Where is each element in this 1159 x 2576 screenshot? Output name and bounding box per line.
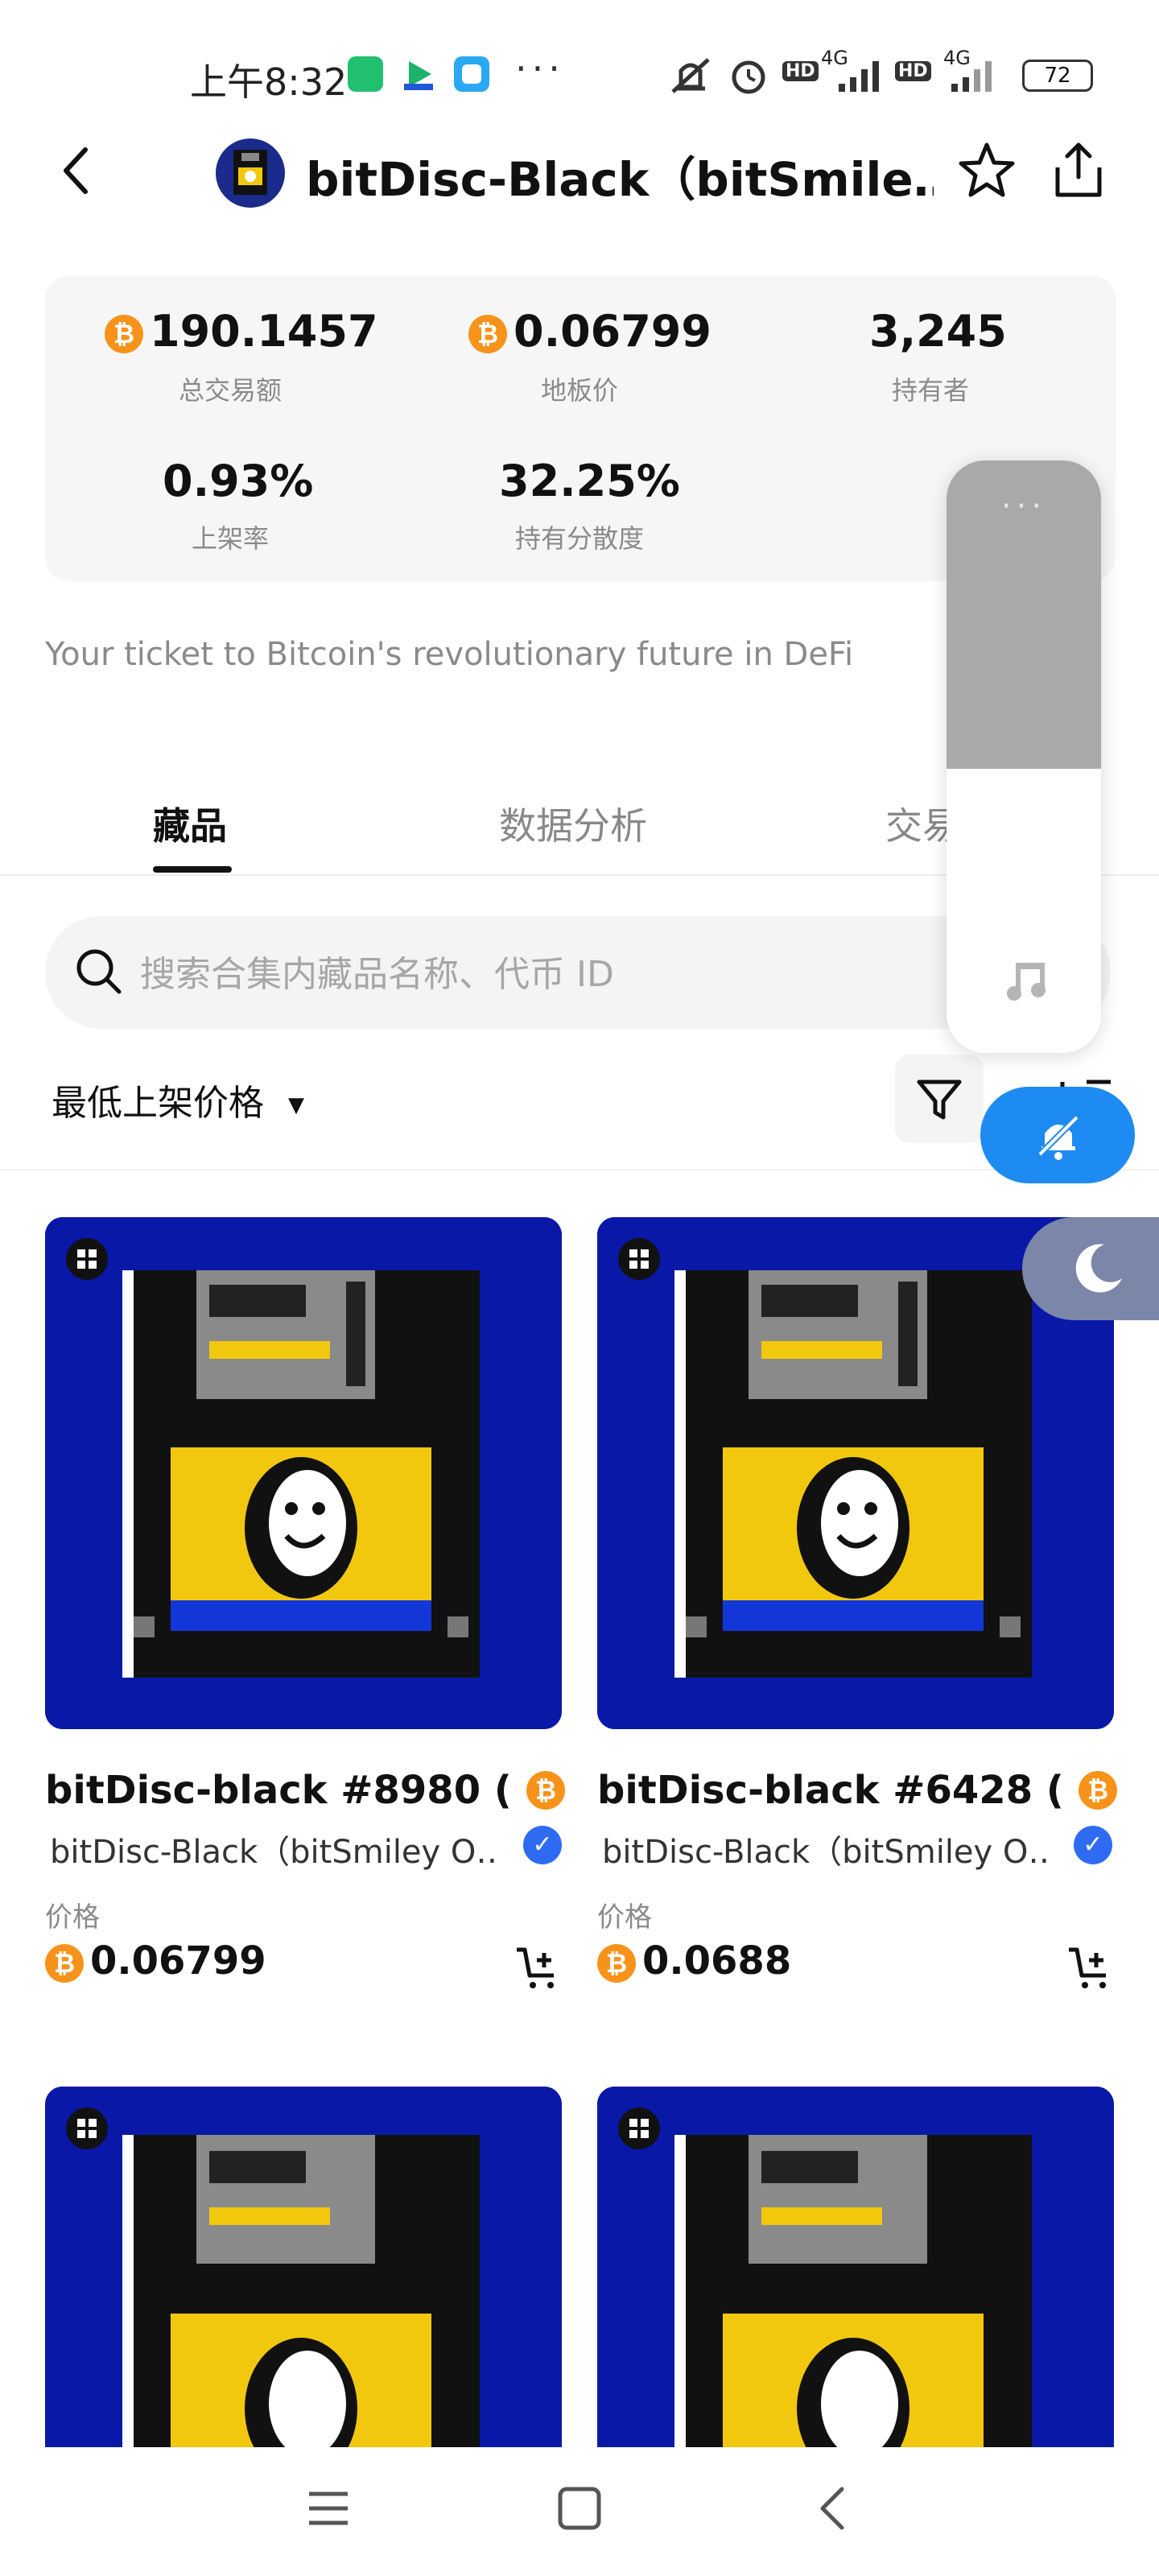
bitcoin-icon: ₿: [105, 315, 143, 354]
collection-description: Your ticket to Bitcoin's revolutionary f…: [45, 636, 854, 673]
marketplace-badge-icon: [618, 2107, 660, 2149]
hd-badge-2: HD: [895, 61, 931, 81]
system-navigation-bar: [0, 2447, 1159, 2576]
share-icon[interactable]: [1046, 138, 1111, 203]
bitcoin-icon: ₿: [597, 1944, 636, 1983]
search-input[interactable]: [138, 945, 1027, 1003]
volume-value: 190.1457: [150, 306, 378, 357]
mute-notifications-button[interactable]: [980, 1087, 1135, 1183]
filter-button[interactable]: [895, 1055, 984, 1143]
nft-price: ₿ 0.06799: [45, 1938, 266, 1984]
floor-stat: ₿ 0.06799: [468, 306, 711, 357]
list-divider: [0, 1169, 1159, 1170]
filter-icon: [917, 1080, 962, 1120]
caret-down-icon: ▼: [288, 1093, 304, 1117]
back-nav-icon[interactable]: [810, 2484, 855, 2533]
holders-value: 3,245: [869, 306, 1007, 357]
bitcoin-icon: ₿: [45, 1944, 84, 1983]
floor-value: 0.06799: [514, 306, 711, 357]
star-icon[interactable]: [956, 140, 1017, 201]
listed-rate-label: 上架率: [191, 523, 269, 554]
music-note-icon: [1007, 963, 1046, 1001]
nft-collection-name: bitDisc-Black（bitSmiley O…: [602, 1834, 1053, 1871]
status-bar: 上午8:32 ··· HD 4G HD 4G 72: [0, 0, 1159, 137]
floor-label: 地板价: [540, 375, 618, 406]
search-icon: [76, 949, 122, 994]
nft-title[interactable]: bitDisc-black #6428 (I…: [597, 1768, 1064, 1813]
add-to-cart-icon[interactable]: [1066, 1942, 1116, 1992]
nft-image[interactable]: [597, 2087, 1114, 2447]
nft-image[interactable]: [45, 1217, 562, 1729]
volume-label: 总交易额: [178, 375, 282, 406]
bell-off-icon: [1036, 1113, 1081, 1160]
holder-dispersion-value: 32.25%: [499, 456, 680, 506]
dark-mode-button[interactable]: [1022, 1217, 1159, 1320]
active-tab-indicator: [153, 866, 232, 873]
price-label: 价格: [597, 1901, 652, 1934]
moon-icon: [1075, 1244, 1122, 1293]
chat-app-icon: [454, 56, 489, 92]
add-to-cart-icon[interactable]: [514, 1942, 563, 1992]
marketplace-badge-icon: [618, 1238, 660, 1280]
holders-label: 持有者: [891, 375, 969, 406]
sort-label: 最低上架价格: [52, 1083, 264, 1124]
tab-analytics[interactable]: 数据分析: [499, 797, 647, 850]
mute-icon: [671, 58, 710, 93]
hd-badge: HD: [782, 61, 819, 81]
verified-badge-icon: ✓: [1074, 1826, 1112, 1864]
marketplace-badge-icon: [66, 2107, 108, 2149]
nft-collection-name: bitDisc-Black（bitSmiley O…: [50, 1834, 501, 1871]
video-app-icon: [401, 56, 436, 92]
signal-icon-2: [951, 61, 992, 92]
back-arrow-icon[interactable]: [52, 138, 100, 203]
status-time: 上午8:32: [190, 60, 348, 104]
nft-price: ₿ 0.0688: [597, 1938, 791, 1984]
signal-icon-1: [839, 61, 879, 92]
bitcoin-icon: ₿: [526, 1771, 565, 1810]
price-label: 价格: [45, 1901, 100, 1934]
more-options-icon[interactable]: ···: [947, 488, 1101, 525]
tab-items[interactable]: 藏品: [153, 797, 227, 850]
nft-price-value: 0.0688: [642, 1938, 792, 1984]
alarm-icon: [732, 60, 765, 94]
shield-app-icon: [348, 56, 383, 92]
nft-title[interactable]: bitDisc-black #8980 (I…: [45, 1768, 512, 1813]
nft-image[interactable]: [45, 2087, 562, 2447]
menu-icon[interactable]: [306, 2486, 351, 2531]
bitcoin-icon: ₿: [1079, 1771, 1117, 1810]
volume-slider[interactable]: ···: [947, 460, 1101, 1053]
marketplace-badge-icon: [66, 1238, 108, 1280]
holder-dispersion-label: 持有分散度: [514, 523, 644, 554]
verified-badge-icon: ✓: [523, 1826, 562, 1864]
battery-indicator: 72: [1022, 60, 1093, 92]
collection-title: bitDisc-Black（bitSmile…: [306, 152, 934, 207]
sort-dropdown[interactable]: 最低上架价格 ▼: [52, 1074, 304, 1125]
home-icon[interactable]: [555, 2484, 604, 2533]
volume-stat: ₿ 190.1457: [105, 306, 378, 357]
more-notifications-icon: ···: [515, 47, 565, 90]
bitcoin-icon: ₿: [468, 315, 507, 354]
collection-avatar: [216, 138, 285, 208]
listed-rate-value: 0.93%: [163, 456, 314, 506]
nft-price-value: 0.06799: [90, 1938, 266, 1984]
